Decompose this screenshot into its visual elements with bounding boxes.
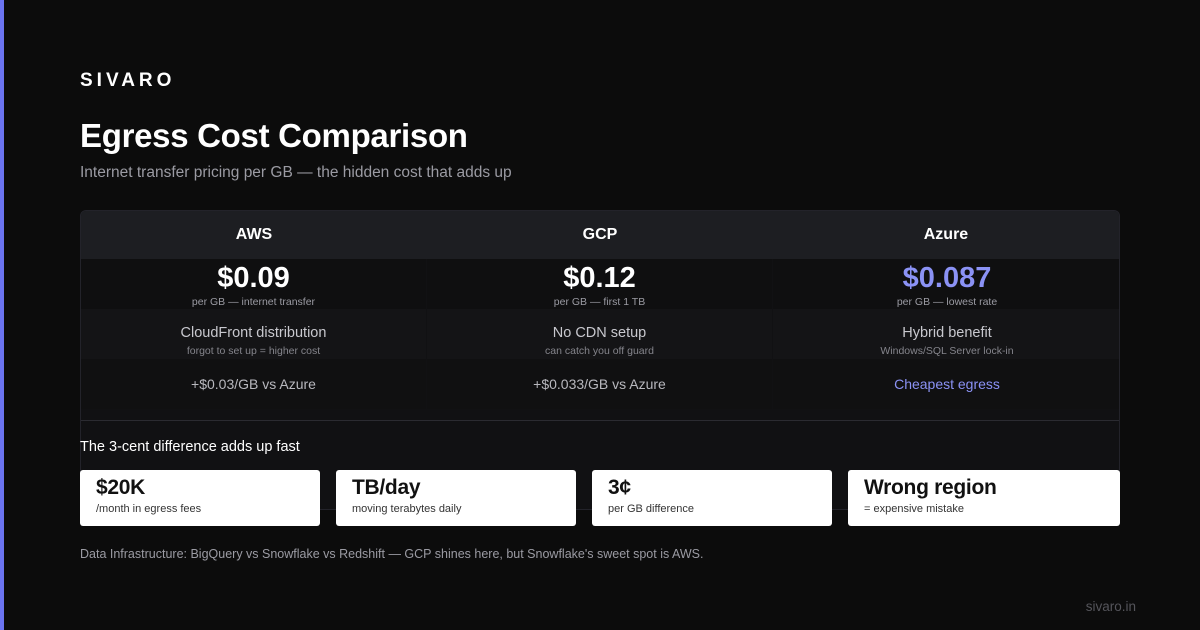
stat-label: = expensive mistake [864,503,964,515]
stat-value: Wrong region [864,476,997,499]
delta-value: +$0.033/GB vs Azure [533,376,666,392]
feature-label: No CDN setup [552,325,647,341]
stat-label: per GB difference [608,503,695,515]
feature-label: Hybrid benefit [902,325,992,341]
stat-value: TB/day [352,476,421,499]
price-note: per GB — internet transfer [191,296,316,308]
stat-value: $20K [96,476,146,499]
table-divider [81,420,1119,421]
feature-note: can catch you off guard [545,345,654,357]
column-header-azure: Azure [923,226,969,243]
column-header-aws: AWS [235,226,273,243]
footnote: Data Infrastructure: BigQuery vs Snowfla… [80,547,704,561]
column-aws: $0.09 per GB — internet transfer CloudFr… [81,259,426,409]
feature-label: CloudFront distribution [180,325,327,341]
price-value: $0.087 [902,262,992,294]
delta-cell: +$0.03/GB vs Azure [81,359,426,409]
feature-note: forgot to set up = higher cost [186,345,321,357]
delta-value: Cheapest egress [894,376,1000,392]
stat-card: 3¢ per GB difference [592,470,832,526]
delta-value: +$0.03/GB vs Azure [191,376,316,392]
price-note: per GB — lowest rate [896,296,998,308]
stat-card: $20K /month in egress fees [80,470,320,526]
price-cell: $0.087 per GB — lowest rate [773,259,1119,309]
stat-card: Wrong region = expensive mistake [848,470,1120,526]
price-note: per GB — first 1 TB [553,296,646,308]
price-value: $0.12 [563,262,636,294]
delta-cell: +$0.033/GB vs Azure [427,359,772,409]
accent-bar [0,0,4,630]
feature-cell: No CDN setup can catch you off guard [427,309,772,359]
stat-label: /month in egress fees [96,503,202,515]
callout-text: The 3-cent difference adds up fast [80,439,300,455]
stat-value: 3¢ [608,476,631,499]
delta-cell: Cheapest egress [773,359,1119,409]
column-header-gcp: GCP [582,226,618,243]
price-cell: $0.12 per GB — first 1 TB [427,259,772,309]
column-azure: $0.087 per GB — lowest rate Hybrid benef… [773,259,1119,409]
feature-cell: Hybrid benefit Windows/SQL Server lock-i… [773,309,1119,359]
feature-note: Windows/SQL Server lock-in [880,345,1014,357]
page-subtitle: Internet transfer pricing per GB — the h… [80,164,512,181]
stat-card: TB/day moving terabytes daily [336,470,576,526]
column-gcp: $0.12 per GB — first 1 TB No CDN setup c… [427,259,772,409]
stat-label: moving terabytes daily [352,503,462,515]
site-url: sivaro.in [1085,599,1136,614]
stat-cards: $20K /month in egress fees TB/day moving… [80,470,1120,526]
table-header: AWS GCP Azure [81,211,1119,259]
brand-logo: SIVARO [80,70,176,91]
page-title: Egress Cost Comparison [80,117,468,154]
comparison-table: AWS GCP Azure $0.09 per GB — internet tr… [80,210,1120,510]
price-value: $0.09 [217,262,290,294]
feature-cell: CloudFront distribution forgot to set up… [81,309,426,359]
price-cell: $0.09 per GB — internet transfer [81,259,426,309]
